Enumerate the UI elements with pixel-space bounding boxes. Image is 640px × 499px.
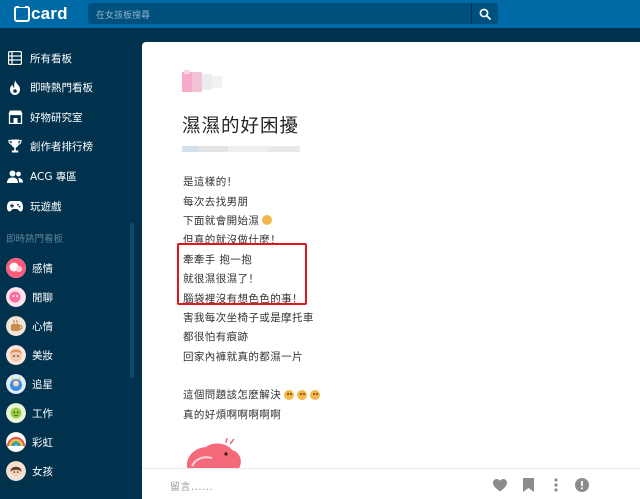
sidebar-item-label: 玩遊戲: [30, 200, 62, 213]
hot-boards-section-title: 即時熱門看板: [6, 234, 64, 245]
board-item-girl[interactable]: 女孩: [0, 457, 130, 485]
red-highlight-box: [177, 243, 307, 305]
board-avatar-icon: [6, 374, 26, 394]
search-input[interactable]: [88, 5, 471, 27]
board-label: 工作: [32, 407, 53, 420]
search-button[interactable]: [471, 3, 498, 24]
sidebar-item-label: ACG 專區: [30, 170, 77, 183]
info-icon[interactable]: [574, 477, 590, 493]
board-avatar-icon: [6, 258, 26, 278]
board-label: 追星: [32, 378, 53, 391]
board-item-work[interactable]: 工作: [0, 399, 130, 427]
sidebar-item-acg[interactable]: ACG 專區: [0, 162, 130, 190]
board-item-relationship[interactable]: 感情: [0, 254, 130, 282]
sad-emoji-icon: [297, 389, 308, 400]
sidebar-item-label: 所有看板: [30, 52, 72, 65]
board-item-rainbow[interactable]: 彩虹: [0, 428, 130, 456]
post-line: 是這樣的！: [183, 176, 238, 189]
dcard-logo[interactable]: card: [14, 3, 68, 24]
blush-emoji-icon: [262, 215, 273, 226]
post-line: 每次去找男朋: [183, 195, 249, 208]
sidebar-item-all-boards[interactable]: 所有看板: [0, 44, 130, 72]
sad-emoji-icon: [310, 389, 321, 400]
search-box[interactable]: [88, 3, 471, 27]
board-label: 女孩: [32, 465, 53, 478]
trophy-icon: [6, 137, 24, 155]
board-avatar-icon: [6, 403, 26, 423]
logo-text: card: [31, 4, 68, 23]
post-footer: 留言......: [142, 468, 640, 499]
flame-icon: [6, 78, 24, 96]
search-icon: [479, 8, 491, 20]
sad-emoji-icon: [284, 389, 295, 400]
sidebar-item-label: 即時熱門看板: [30, 81, 93, 94]
users-icon: [6, 167, 24, 185]
comment-input[interactable]: 留言......: [170, 478, 213, 493]
board-item-makeup[interactable]: 美妝: [0, 341, 130, 369]
board-label: 彩虹: [32, 436, 53, 449]
post-line: 下面就會開始濕: [183, 211, 320, 230]
sidebar-item-games[interactable]: 玩遊戲: [0, 192, 130, 220]
sidebar-item-creator-rank[interactable]: 創作者排行榜: [0, 132, 130, 160]
board-item-chat[interactable]: 閒聊: [0, 283, 130, 311]
sidebar-item-good-stuff[interactable]: 好物研究室: [0, 103, 130, 131]
gamepad-icon: [6, 197, 24, 215]
board-label: 閒聊: [32, 291, 53, 304]
board-avatar-icon: [6, 345, 26, 365]
logo-d-mark: [14, 3, 30, 22]
post-line: 回家內褲就真的都濕一片: [183, 350, 303, 363]
board-avatar-icon: [6, 287, 26, 307]
bookmark-icon[interactable]: [520, 477, 536, 493]
board-item-idol[interactable]: 追星: [0, 370, 130, 398]
post-card: 濕濕的好困擾 是這樣的！ 每次去找男朋 下面就會開始濕 但真的就沒做什麼！ 牽牽…: [142, 42, 640, 499]
sidebar-item-hot-boards[interactable]: 即時熱門看板: [0, 73, 130, 101]
board-label: 感情: [32, 262, 53, 275]
author-avatar-blurred: [182, 70, 222, 92]
board-avatar-icon: [6, 461, 26, 481]
board-avatar-icon: [6, 432, 26, 452]
post-title: 濕濕的好困擾: [182, 116, 300, 137]
heart-icon[interactable]: [492, 477, 508, 493]
more-options-icon[interactable]: [548, 477, 564, 493]
sidebar-item-label: 好物研究室: [30, 111, 83, 124]
sidebar: 所有看板 即時熱門看板 好物研究室 創作者排行榜 ACG 專區 玩遊戲 即時熱門…: [0, 28, 142, 499]
board-avatar-icon: [6, 316, 26, 336]
top-bar: card: [0, 0, 640, 28]
post-line: 害我每次坐椅子或是摩托車: [183, 311, 314, 324]
board-label: 美妝: [32, 349, 53, 362]
sidebar-scrollbar[interactable]: [130, 223, 134, 378]
store-icon: [6, 108, 24, 126]
sidebar-item-label: 創作者排行榜: [30, 140, 93, 153]
board-item-mood[interactable]: 心情: [0, 312, 130, 340]
post-meta-blurred: [182, 146, 300, 152]
list-icon: [6, 49, 24, 67]
post-line: 都很怕有痕跡: [183, 331, 249, 344]
post-line: 真的好煩啊啊啊啊啊: [183, 408, 282, 421]
post-line: 這個問題該怎麼解決: [183, 385, 321, 404]
board-label: 心情: [32, 320, 53, 333]
